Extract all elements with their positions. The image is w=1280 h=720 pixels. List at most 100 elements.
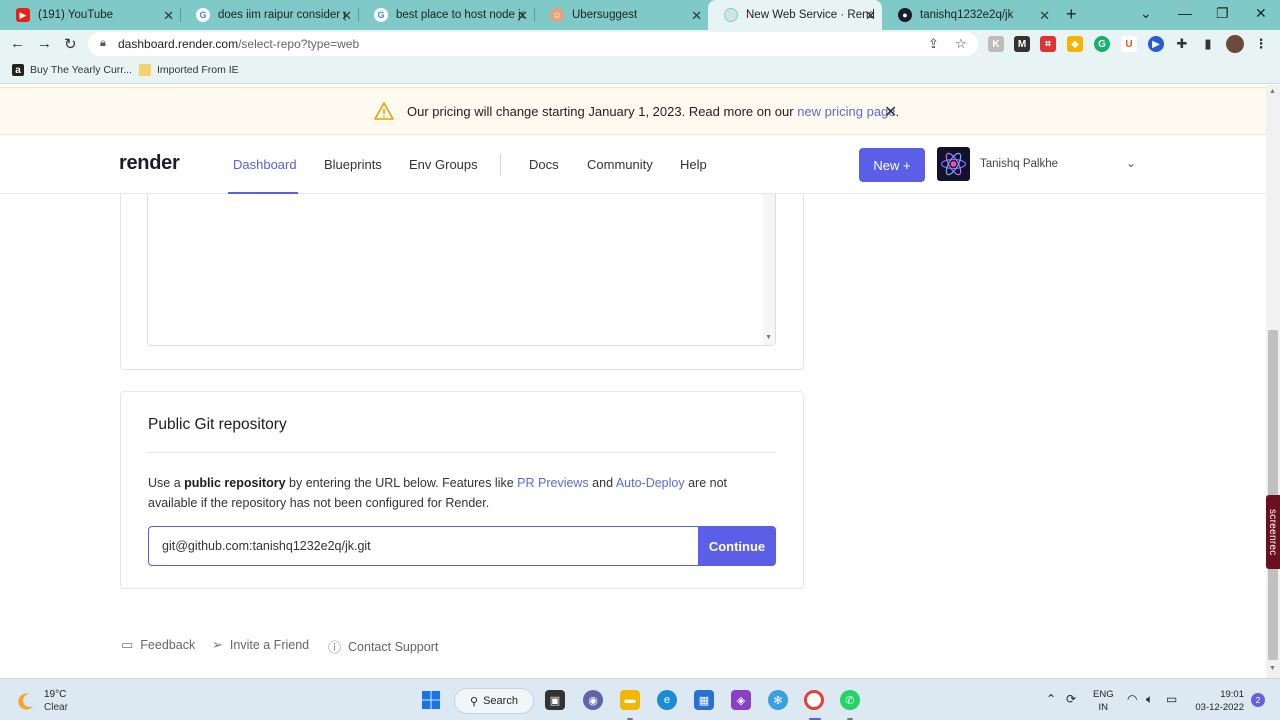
screenrec-widget[interactable]: screenrec <box>1266 495 1280 569</box>
public-repo-description: Use a public repository by entering the … <box>148 476 728 510</box>
nav-docs[interactable]: Docs <box>529 157 559 172</box>
invite-friend-link[interactable]: ➢ Invite a Friend <box>212 637 309 653</box>
weather-condition[interactable]: Clear <box>44 702 68 713</box>
tab-google-iim[interactable]: G does iim raipur consider gr ✕ <box>180 0 358 30</box>
banner-close-icon[interactable]: ✕ <box>884 102 897 122</box>
scroll-down-icon[interactable]: ▼ <box>765 334 772 341</box>
wifi-icon[interactable]: ◠ <box>1127 692 1137 706</box>
repo-list-scroll-area[interactable]: ▼ <box>147 194 776 346</box>
new-tab-icon[interactable]: + <box>1066 4 1077 25</box>
scroll-up-icon[interactable]: ▲ <box>1269 88 1276 95</box>
window-close-icon[interactable]: ✕ <box>1255 5 1267 22</box>
reload-icon[interactable]: ↻ <box>64 35 77 53</box>
page-content: Our pricing will change starting January… <box>0 85 1266 678</box>
address-bar[interactable]: 🔒︎ dashboard.render.com/select-repo?type… <box>88 32 978 56</box>
help-circle-icon: ⓘ <box>328 640 342 655</box>
language-indicator[interactable]: ENG IN <box>1093 688 1114 714</box>
forward-icon[interactable]: → <box>37 35 52 52</box>
browser-tab-strip: ▶ (191) YouTube ✕ G does iim raipur cons… <box>0 0 1280 30</box>
tab-youtube[interactable]: ▶ (191) YouTube ✕ <box>0 0 180 30</box>
bookmarks-bar: a Buy The Yearly Curr... Imported From I… <box>0 58 1280 84</box>
tab-google-node[interactable]: G best place to host node js a ✕ <box>358 0 534 30</box>
browser-menu-icon[interactable]: ⋮ <box>1253 36 1269 52</box>
sync-icon[interactable]: ⟳ <box>1066 692 1076 706</box>
share-icon[interactable]: ⇪ <box>928 36 939 52</box>
notification-badge[interactable]: 2 <box>1251 693 1265 707</box>
search-icon: ⚲ <box>470 695 479 708</box>
edge-icon[interactable]: e <box>657 690 677 710</box>
tab-ubersuggest[interactable]: ☺ Ubersuggest ✕ <box>534 0 708 30</box>
app-blue-icon[interactable]: ✻ <box>768 690 788 710</box>
url-text: dashboard.render.com/select-repo?type=we… <box>118 37 360 51</box>
close-tab-icon[interactable]: ✕ <box>691 8 702 24</box>
nav-dashboard[interactable]: Dashboard <box>233 157 297 172</box>
pricing-page-link[interactable]: new pricing page <box>797 104 895 119</box>
extension-blue-icon[interactable]: ▶ <box>1148 36 1164 52</box>
battery-icon[interactable]: ▭ <box>1166 692 1177 706</box>
extension-bell-icon[interactable]: ◆ <box>1067 36 1083 52</box>
clock[interactable]: 19:01 03-12-2022 <box>1188 688 1244 714</box>
auto-deploy-link[interactable]: Auto-Deploy <box>616 476 685 490</box>
bookmark-star-icon[interactable]: ☆ <box>955 36 967 52</box>
nav-community[interactable]: Community <box>587 157 653 172</box>
bookmark-folder[interactable]: Imported From IE <box>139 64 239 76</box>
nav-env-groups[interactable]: Env Groups <box>409 157 478 172</box>
send-icon: ➢ <box>212 637 223 652</box>
youtube-icon: ▶ <box>16 8 30 22</box>
extension-m-icon[interactable]: M <box>1014 36 1030 52</box>
moon-weather-icon[interactable] <box>16 691 36 711</box>
continue-button[interactable]: Continue <box>698 526 776 566</box>
tab-render[interactable]: New Web Service · Render ✕ <box>708 0 882 30</box>
render-logo[interactable]: render <box>119 152 180 175</box>
banner-text: Our pricing will change starting January… <box>407 104 900 119</box>
close-tab-icon[interactable]: ✕ <box>341 8 352 24</box>
extensions-puzzle-icon[interactable]: ✚ <box>1174 36 1190 52</box>
nav-blueprints[interactable]: Blueprints <box>324 157 382 172</box>
render-icon <box>724 8 738 22</box>
volume-icon[interactable]: 🔈︎ <box>1146 692 1153 707</box>
user-name[interactable]: Tanishq Palkhe <box>980 158 1058 170</box>
scrollbar[interactable] <box>763 194 775 345</box>
lock-icon: 🔒︎ <box>100 37 106 49</box>
repo-url-input[interactable] <box>148 526 699 566</box>
tab-github[interactable]: ● tanishq1232e2q/jk ✕ <box>882 0 1056 30</box>
ubersuggest-ext-icon[interactable]: U <box>1121 36 1137 52</box>
back-icon[interactable]: ← <box>10 35 25 52</box>
grammarly-icon[interactable]: G <box>1094 36 1110 52</box>
side-panel-icon[interactable]: ▮ <box>1200 36 1216 52</box>
profile-avatar-icon[interactable] <box>1226 35 1244 53</box>
contact-support-link[interactable]: ⓘ Contact Support <box>328 637 438 656</box>
github-icon: ● <box>898 8 912 22</box>
file-explorer-icon[interactable]: ▬ <box>620 690 640 710</box>
windows-start-icon[interactable] <box>421 690 441 710</box>
chevron-down-icon[interactable]: ⌄ <box>1126 156 1136 170</box>
page-scrollbar[interactable]: ▲ ▼ <box>1266 85 1280 678</box>
maximize-icon[interactable]: ❐ <box>1216 5 1229 22</box>
feedback-link[interactable]: ▭ Feedback <box>121 637 195 653</box>
nav-divider <box>500 154 501 176</box>
close-tab-icon[interactable]: ✕ <box>1039 8 1050 24</box>
user-avatar[interactable] <box>937 147 970 181</box>
whatsapp-icon[interactable]: ✆ <box>840 690 860 710</box>
new-button[interactable]: New + <box>859 148 925 182</box>
taskbar-search[interactable]: ⚲ Search <box>454 688 534 714</box>
tray-chevron-icon[interactable]: ⌃ <box>1046 692 1056 706</box>
scroll-down-icon[interactable]: ▼ <box>1269 665 1276 672</box>
close-tab-icon[interactable]: ✕ <box>865 8 876 24</box>
task-view-icon[interactable]: ▣ <box>545 690 565 710</box>
bookmark-item[interactable]: a Buy The Yearly Curr... <box>12 64 132 76</box>
repo-list-card: ▼ <box>120 194 804 370</box>
pr-previews-link[interactable]: PR Previews <box>517 476 589 490</box>
nav-help[interactable]: Help <box>680 157 707 172</box>
extension-k-icon[interactable]: K <box>988 36 1004 52</box>
chrome-icon[interactable] <box>804 690 824 710</box>
tab-search-chevron-icon[interactable]: ⌄ <box>1140 5 1152 22</box>
weather-temperature[interactable]: 19°C <box>44 689 66 700</box>
app-purple-icon[interactable]: ◈ <box>731 690 751 710</box>
teams-chat-icon[interactable]: ◉ <box>583 690 603 710</box>
minimize-icon[interactable]: — <box>1178 5 1192 21</box>
close-tab-icon[interactable]: ✕ <box>517 8 528 24</box>
extension-red-icon[interactable]: ⌗ <box>1040 36 1056 52</box>
close-tab-icon[interactable]: ✕ <box>163 8 174 24</box>
store-icon[interactable]: ▦ <box>694 690 714 710</box>
